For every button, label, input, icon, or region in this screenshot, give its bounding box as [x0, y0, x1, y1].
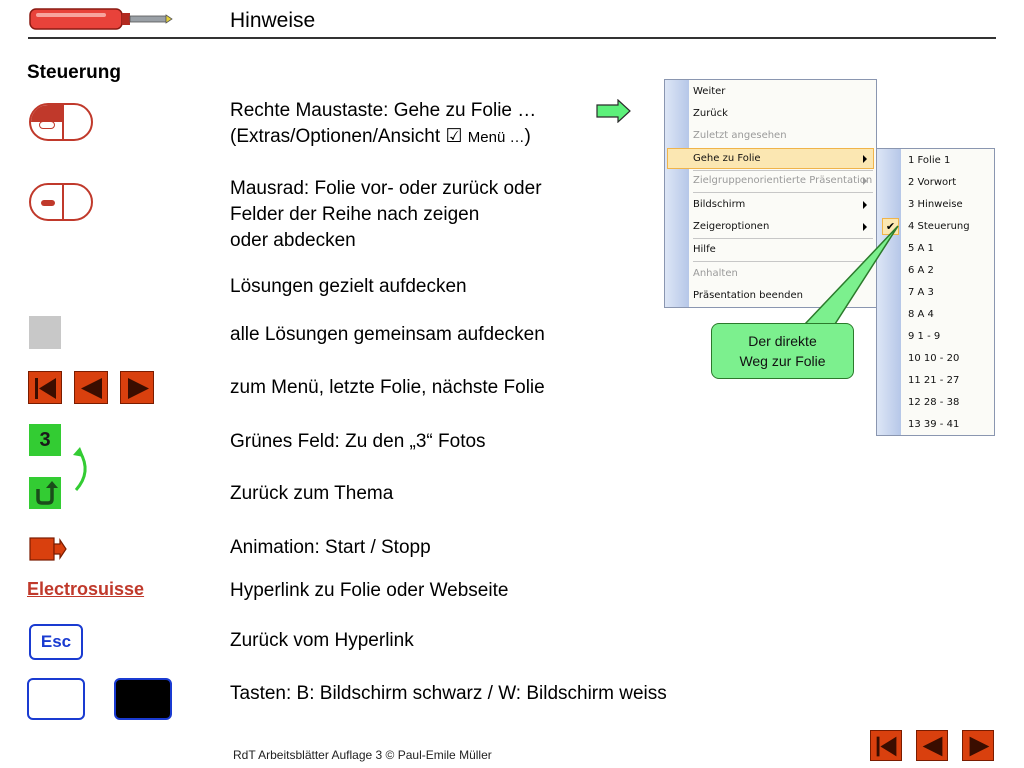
submenu-item[interactable]: 8 A 4 — [908, 306, 934, 324]
nav-text: zum Menü, letzte Folie, nächste Folie — [230, 377, 545, 398]
callout-box: Der direkte Weg zur Folie — [711, 323, 854, 379]
menu-item-hilfe[interactable]: Hilfe — [693, 241, 716, 259]
menu-item-weiter[interactable]: Weiter — [693, 83, 725, 101]
return-icon — [36, 481, 58, 505]
green-photos-button[interactable]: 3 — [29, 424, 61, 456]
menu-button[interactable] — [28, 371, 62, 404]
submenu-item[interactable]: 12 28 - 38 — [908, 394, 959, 412]
esc-text: Zurück vom Hyperlink — [230, 630, 414, 651]
electrosuisse-link[interactable]: Electrosuisse — [27, 579, 144, 600]
menu-item-bildschirm[interactable]: Bildschirm — [693, 196, 745, 214]
submenu-item[interactable]: 10 10 - 20 — [908, 350, 959, 368]
reveal-all-button[interactable] — [29, 316, 61, 349]
solutions-all-text: alle Lösungen gemeinsam aufdecken — [230, 324, 545, 345]
submenu-item-current[interactable]: 4 Steuerung — [908, 218, 970, 236]
green-text: Grünes Feld: Zu den „3“ Fotos — [230, 431, 486, 452]
submenu-item[interactable]: 1 Folie 1 — [908, 152, 950, 170]
submenu-arrow-icon — [863, 177, 867, 185]
checkbox-icon: ☑ — [445, 126, 463, 147]
triangle-right-icon — [969, 736, 990, 757]
submenu-arrow-icon — [863, 201, 867, 209]
wheel-text-line2: Felder der Reihe nach zeigen — [230, 204, 480, 225]
keys-text: Tasten: B: Bildschirm schwarz / W: Bilds… — [230, 683, 667, 704]
first-slide-icon — [876, 736, 897, 757]
mouse-wheel-icon — [29, 183, 93, 221]
submenu-item[interactable]: 11 21 - 27 — [908, 372, 959, 390]
submenu-arrow-icon — [863, 155, 867, 163]
esc-key[interactable]: Esc — [29, 624, 83, 660]
solutions-targeted-text: Lösungen gezielt aufdecken — [230, 276, 467, 297]
callout-pointer — [803, 225, 899, 325]
footer-previous-button[interactable] — [916, 730, 948, 761]
first-slide-icon — [35, 378, 56, 399]
submenu-item[interactable]: 13 39 - 41 — [908, 416, 959, 434]
submenu-item[interactable]: 2 Vorwort — [908, 174, 956, 192]
triangle-left-icon — [922, 736, 943, 757]
back-to-topic-button[interactable] — [29, 477, 61, 509]
menu-item-gehe-zu-folie[interactable]: Gehe zu Folie — [693, 150, 761, 168]
submenu-item[interactable]: 6 A 2 — [908, 262, 934, 280]
menu-item-zielgruppe: Zielgruppenorientierte Präsentation — [693, 175, 873, 186]
menu-item-anhalten: Anhalten — [693, 268, 738, 279]
header-divider — [28, 37, 996, 39]
menu-item-zurueck[interactable]: Zurück — [693, 105, 728, 123]
submenu-item[interactable]: 5 A 1 — [908, 240, 934, 258]
screwdriver-icon — [29, 8, 173, 30]
animation-toggle-button[interactable] — [29, 537, 67, 561]
submenu-item[interactable]: 7 A 3 — [908, 284, 934, 302]
right-mouse-icon — [29, 103, 93, 141]
footer-menu-button[interactable] — [870, 730, 902, 761]
white-screen-key[interactable] — [27, 678, 85, 720]
wheel-text-line3: oder abdecken — [230, 230, 356, 251]
animation-text: Animation: Start / Stopp — [230, 537, 431, 558]
next-slide-button[interactable] — [120, 371, 154, 404]
triangle-left-icon — [81, 378, 102, 399]
curved-arrow-icon — [73, 447, 87, 491]
footer-next-button[interactable] — [962, 730, 994, 761]
page-title: Hinweise — [230, 9, 316, 32]
back-text: Zurück zum Thema — [230, 483, 394, 504]
footer-text: RdT Arbeitsblätter Auflage 3 © Paul-Emil… — [233, 748, 492, 762]
hyperlink-text: Hyperlink zu Folie oder Webseite — [230, 580, 509, 601]
previous-slide-button[interactable] — [74, 371, 108, 404]
right-mouse-text-line1: Rechte Maustaste: Gehe zu Folie … — [230, 100, 537, 121]
triangle-right-icon — [128, 378, 149, 399]
right-mouse-text-line2: (Extras/Optionen/Ansicht ☑ Menü …) — [230, 126, 531, 147]
arrow-right-icon — [596, 99, 631, 123]
menu-item-zeigeroptionen[interactable]: Zeigeroptionen — [693, 218, 769, 236]
submenu-item[interactable]: 9 1 - 9 — [908, 328, 940, 346]
wheel-text-line1: Mausrad: Folie vor- oder zurück oder — [230, 178, 542, 199]
menu-item-zuletzt: Zuletzt angesehen — [693, 130, 787, 141]
section-title: Steuerung — [27, 62, 121, 83]
submenu-item[interactable]: 3 Hinweise — [908, 196, 963, 214]
black-screen-key[interactable] — [114, 678, 172, 720]
